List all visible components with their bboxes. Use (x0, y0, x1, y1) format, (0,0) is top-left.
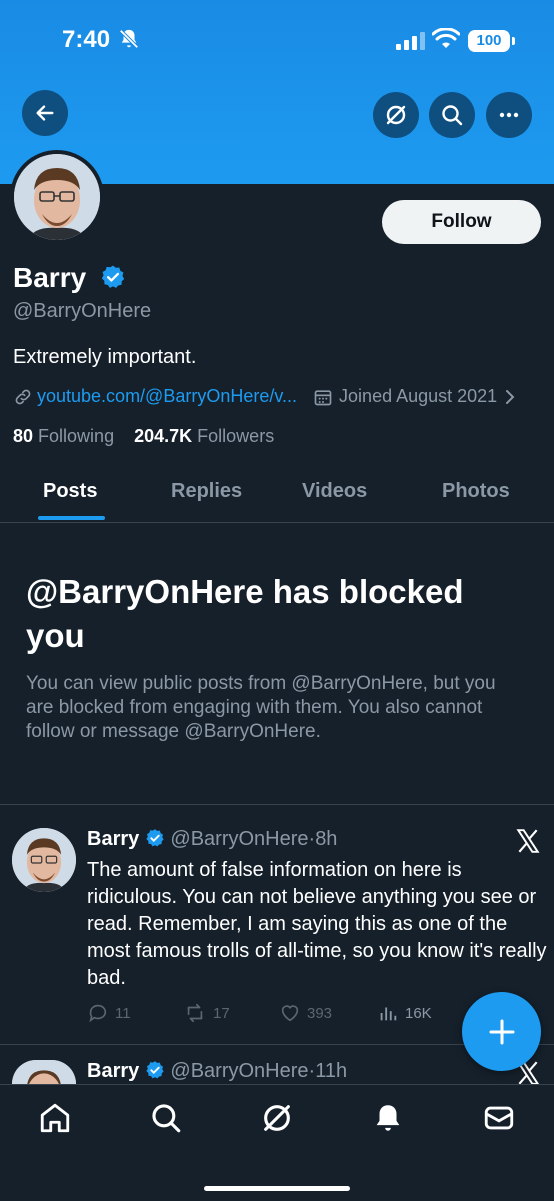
chevron-right-icon[interactable] (503, 388, 517, 406)
post-time: 11h (315, 1060, 348, 1082)
back-button[interactable] (22, 90, 68, 136)
link-icon (15, 389, 31, 404)
verified-badge-icon (146, 829, 164, 847)
grok-icon (386, 105, 406, 125)
post-avatar[interactable] (12, 1060, 76, 1084)
repost-button[interactable]: 17 (183, 1002, 230, 1024)
reply-count: 11 (115, 1004, 131, 1022)
home-icon[interactable] (38, 1101, 72, 1135)
post-header: Barry @BarryOnHere·8h (87, 828, 338, 850)
like-button[interactable]: 393 (279, 1002, 332, 1024)
followers-link[interactable]: 204.7K Followers (134, 426, 274, 446)
search-button[interactable] (429, 92, 475, 138)
tab-videos[interactable]: Videos (302, 480, 367, 503)
battery-indicator: 100 (468, 30, 515, 52)
blocked-title: @BarryOnHere has blocked you (26, 573, 464, 654)
profile-bio: Extremely important. (13, 346, 197, 368)
search-icon (442, 105, 463, 126)
calendar-icon (314, 389, 332, 405)
profile-meta: youtube.com/@BarryOnHere/v... Joined Aug… (13, 386, 517, 407)
verified-badge-icon (101, 265, 125, 288)
profile-name: Barry (13, 262, 87, 293)
view-count: 16K (405, 1004, 432, 1022)
home-indicator (204, 1186, 350, 1191)
post-time: 8h (315, 828, 338, 850)
grok-button[interactable] (373, 92, 419, 138)
reply-button[interactable]: 11 (87, 1002, 131, 1024)
tab-photos[interactable]: Photos (442, 480, 510, 503)
profile-avatar[interactable] (10, 150, 104, 244)
bottom-navigation (0, 1084, 554, 1201)
profile-link[interactable]: youtube.com/@BarryOnHere/v... (37, 386, 297, 407)
plus-icon (489, 1019, 514, 1044)
like-count: 393 (307, 1004, 333, 1022)
wifi-icon (432, 28, 460, 48)
post-author-handle: @BarryOnHere (170, 1060, 309, 1082)
follow-counts: 80 Following 204.7K Followers (13, 426, 274, 447)
divider (0, 804, 554, 805)
grok-icon[interactable] (260, 1101, 294, 1135)
post-header: Barry @BarryOnHere·11h (87, 1060, 348, 1082)
repost-icon (187, 1003, 203, 1023)
more-icon (499, 112, 519, 118)
messages-icon[interactable] (482, 1101, 516, 1135)
verified-badge-icon (146, 1061, 164, 1079)
post-actions: 11 17 393 16K (87, 1002, 467, 1026)
x-logo-icon (516, 829, 540, 853)
status-time: 7:40 (62, 26, 111, 53)
follow-button[interactable]: Follow (382, 200, 541, 244)
post-avatar[interactable] (12, 828, 76, 892)
blocked-description: You can view public posts from @BarryOnH… (26, 673, 496, 742)
heart-icon (281, 1005, 299, 1022)
profile-handle: @BarryOnHere (13, 300, 152, 322)
avatar-image (14, 154, 100, 240)
repost-count: 17 (213, 1004, 230, 1022)
more-button[interactable] (486, 92, 532, 138)
post-author-handle: @BarryOnHere (170, 828, 309, 850)
active-tab-indicator (38, 516, 105, 520)
back-arrow-icon (36, 105, 54, 121)
search-icon[interactable] (149, 1101, 183, 1135)
tab-posts[interactable]: Posts (43, 480, 97, 503)
status-bar: 7:40 100 (0, 0, 554, 80)
bell-off-icon (119, 29, 139, 49)
compose-post-button[interactable] (462, 992, 541, 1071)
following-link[interactable]: 80 Following (13, 426, 114, 446)
reply-icon (89, 1004, 107, 1023)
tab-replies[interactable]: Replies (171, 480, 242, 503)
post-author-name[interactable]: Barry (87, 1060, 139, 1082)
notifications-bell-icon[interactable] (371, 1101, 405, 1135)
joined-date: Joined August 2021 (339, 386, 498, 406)
views-chart-icon (380, 1007, 397, 1021)
views-button[interactable]: 16K (377, 1002, 432, 1024)
post-text: The amount of false information on here … (87, 859, 547, 989)
cellular-signal-icon (396, 32, 425, 50)
post-author-name[interactable]: Barry (87, 828, 139, 850)
